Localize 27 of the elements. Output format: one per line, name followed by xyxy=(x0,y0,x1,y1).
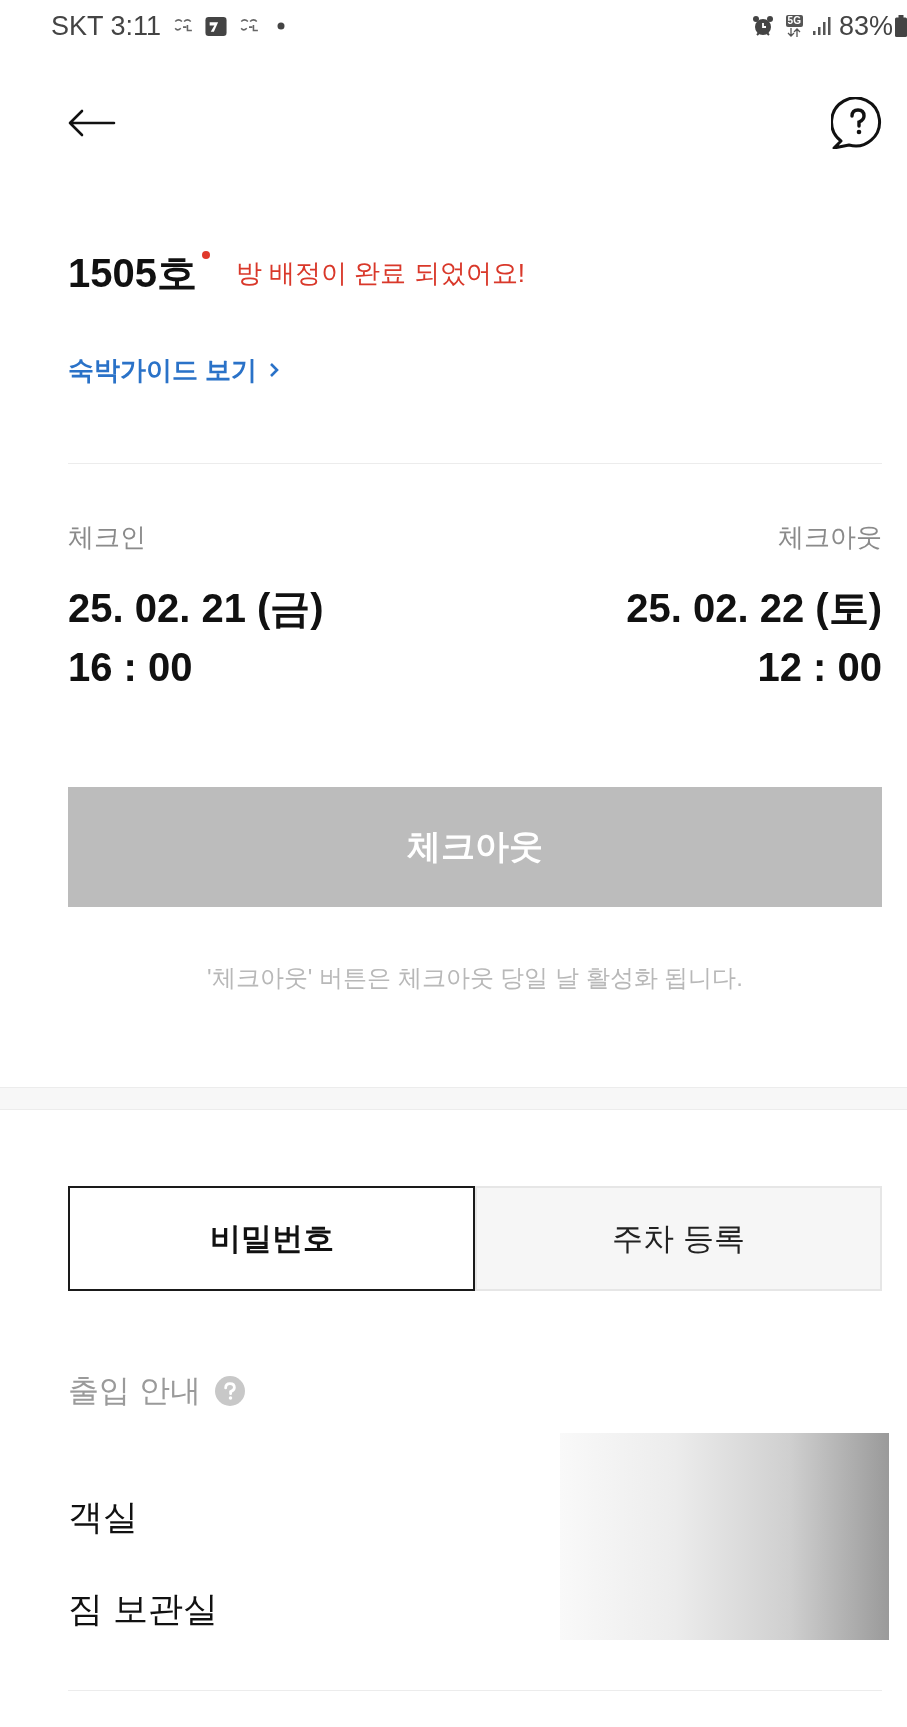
room-assigned-message: 방 배정이 완료 되었어요! xyxy=(236,257,525,289)
stay-date: 25. 02. 21 (금) xyxy=(68,586,324,630)
stay-label: 체크인 xyxy=(68,522,146,552)
stay-time: 12 : 00 xyxy=(757,645,882,689)
stay-guide-link[interactable]: 숙박가이드 보기 xyxy=(68,354,280,386)
signal-icon xyxy=(812,17,831,35)
notification-dot-icon xyxy=(202,251,210,259)
room-number: 1505호 xyxy=(68,251,197,295)
chevron-right-icon xyxy=(269,362,280,378)
entry-info-title: 출입 안내 xyxy=(68,1373,201,1409)
carrier-time: SKT 3:11 xyxy=(51,11,162,41)
alarm-clock-icon xyxy=(751,15,774,37)
stay-date: 25. 02. 22 (토) xyxy=(626,586,882,630)
tab[interactable]: 주차 등록 xyxy=(475,1186,882,1291)
tab[interactable]: 비밀번호 xyxy=(68,1186,475,1291)
stay-time: 16 : 00 xyxy=(68,645,193,689)
network-type-badge: 5G xyxy=(785,15,803,27)
data-arrows-icon xyxy=(787,28,802,37)
dot-icon xyxy=(277,22,286,30)
entry-location-label: 짐 보관실 xyxy=(68,1588,218,1630)
battery-icon xyxy=(895,15,907,37)
entry-location-label: 객실 xyxy=(68,1496,139,1538)
battery-percent: 83% xyxy=(838,11,893,41)
app-notification-icon xyxy=(205,16,228,36)
back-arrow-icon[interactable] xyxy=(68,109,116,137)
stay-label: 체크아웃 xyxy=(778,522,882,552)
checkout-note: '체크아웃' 버튼은 체크아웃 당일 날 활성화 됩니다. xyxy=(206,963,744,993)
